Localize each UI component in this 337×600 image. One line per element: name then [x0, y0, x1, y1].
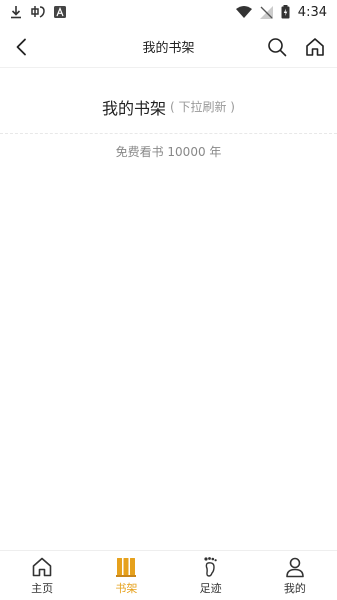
status-right: 4:34: [235, 4, 327, 20]
top-nav-bar: 我的书架: [0, 26, 337, 68]
profile-icon: [286, 557, 304, 577]
no-signal-icon: [259, 5, 273, 19]
free-reading-text: 免费看书 10000 年: [115, 145, 222, 159]
search-icon: [268, 38, 287, 57]
download-icon: [10, 5, 22, 19]
shelf-header[interactable]: 我的书架 ( 下拉刷新 ): [0, 80, 337, 134]
a-icon: [54, 6, 66, 18]
app-icon: [30, 5, 46, 19]
bottom-tab-bar: 主页 书架 足迹 我的: [0, 550, 337, 600]
tab-footprint-label: 足迹: [199, 581, 222, 595]
nav-actions: [265, 35, 327, 59]
tab-footprint[interactable]: 足迹: [169, 551, 253, 600]
status-bar: 4:34: [0, 0, 337, 24]
tab-bookshelf[interactable]: 书架: [84, 551, 168, 600]
search-button[interactable]: [265, 35, 289, 59]
battery-icon: [281, 5, 290, 19]
home-icon: [306, 38, 324, 56]
tab-profile[interactable]: 我的: [253, 551, 337, 600]
tab-profile-label: 我的: [283, 581, 306, 595]
tab-home-label: 主页: [31, 581, 54, 595]
tab-home[interactable]: 主页: [0, 551, 84, 600]
home-button[interactable]: [303, 35, 327, 59]
status-time: 4:34: [297, 4, 327, 20]
home-icon: [32, 557, 52, 576]
page-title: 我的书架: [142, 41, 195, 56]
wifi-icon: [235, 6, 252, 18]
bookshelf-icon: [116, 557, 137, 577]
status-left: [10, 5, 66, 19]
pull-refresh-hint: ( 下拉刷新 ): [170, 100, 235, 114]
back-chevron-icon: [16, 38, 26, 56]
shelf-title: 我的书架: [101, 98, 166, 118]
back-button[interactable]: [10, 36, 32, 58]
footprint-icon: [204, 556, 217, 577]
tab-bookshelf-label: 书架: [115, 581, 138, 595]
